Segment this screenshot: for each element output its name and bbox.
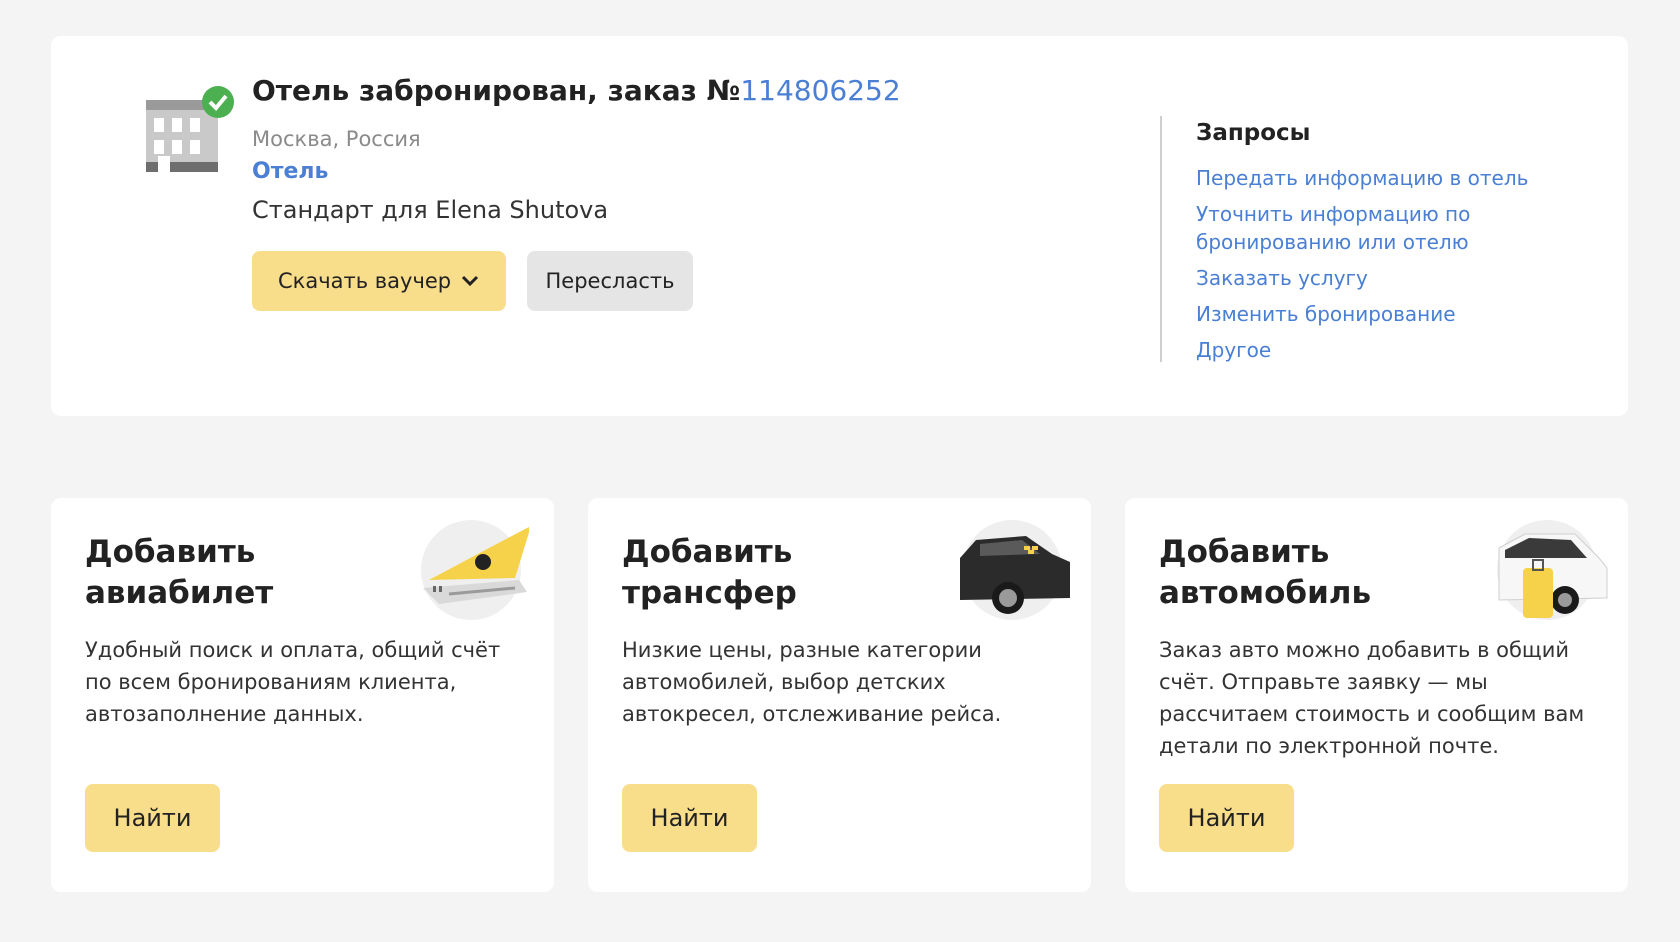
hotel-link[interactable]: Отель	[252, 159, 901, 184]
add-car-title: Добавить автомобиль	[1159, 534, 1372, 611]
download-voucher-label: Скачать ваучер	[278, 269, 452, 293]
booking-card: Отель забронирован, заказ №114806252 Мос…	[51, 36, 1628, 416]
add-transfer-card: Добавить трансфер Низкие цены, разные ка…	[588, 498, 1091, 892]
add-flight-desc: Удобный поиск и оплата, общий счёт по вс…	[85, 638, 501, 726]
request-link-change-booking[interactable]: Изменить бронирование	[1196, 300, 1536, 328]
chevron-down-icon	[461, 275, 479, 287]
booking-actions: Скачать ваучер Пересласть	[252, 251, 901, 311]
add-car-card: Добавить автомобиль Заказ авто можно доб…	[1125, 498, 1628, 892]
hotel-building-icon	[136, 80, 236, 180]
add-transfer-desc: Низкие цены, разные категории автомобиле…	[622, 638, 1002, 726]
booking-main: Отель забронирован, заказ №114806252 Мос…	[252, 74, 901, 311]
hotel-location: Москва, Россия	[252, 127, 421, 151]
booking-title: Отель забронирован, заказ №114806252	[252, 74, 901, 107]
requests-panel: Запросы Передать информацию в отель Уточ…	[1160, 116, 1536, 362]
forward-button[interactable]: Пересласть	[527, 251, 693, 311]
order-number-link[interactable]: 114806252	[740, 74, 900, 107]
car-with-luggage-icon	[1495, 518, 1608, 622]
requests-title: Запросы	[1196, 120, 1311, 146]
find-flight-button[interactable]: Найти	[85, 784, 220, 852]
download-voucher-button[interactable]: Скачать ваучер	[252, 251, 506, 311]
booking-title-prefix: Отель забронирован, заказ №	[252, 74, 741, 107]
add-transfer-title: Добавить трансфер	[622, 534, 797, 611]
request-link-order-service[interactable]: Заказать услугу	[1196, 264, 1536, 292]
request-link-other[interactable]: Другое	[1196, 336, 1536, 364]
add-flight-title: Добавить авиабилет	[85, 534, 274, 611]
find-transfer-button[interactable]: Найти	[622, 784, 757, 852]
find-car-button[interactable]: Найти	[1159, 784, 1294, 852]
airplane-tail-icon	[419, 518, 531, 622]
room-info: Стандарт для Elena Shutova	[252, 196, 609, 224]
request-link-send-info[interactable]: Передать информацию в отель	[1196, 164, 1536, 192]
taxi-icon	[956, 518, 1070, 622]
add-flight-card: Добавить авиабилет Удобный поиск и оплат…	[51, 498, 554, 892]
request-link-clarify[interactable]: Уточнить информацию по бронированию или …	[1196, 200, 1536, 256]
add-car-desc: Заказ авто можно добавить в общий счёт. …	[1159, 638, 1585, 758]
